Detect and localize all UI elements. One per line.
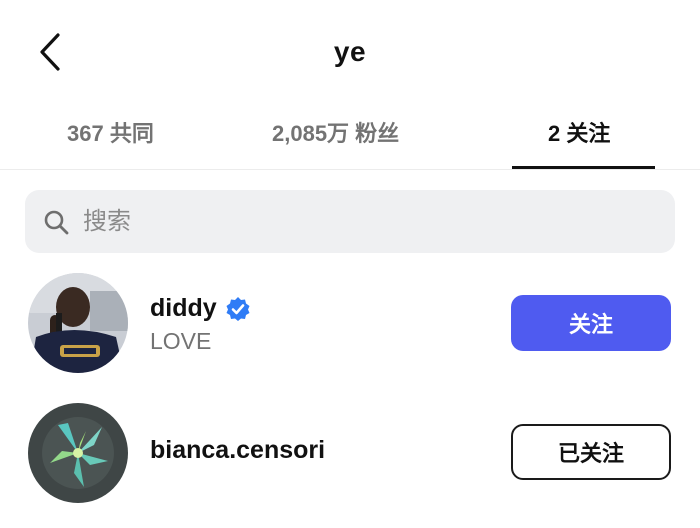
username[interactable]: diddy bbox=[150, 294, 251, 323]
avatar[interactable] bbox=[28, 273, 128, 373]
search-bar[interactable] bbox=[25, 190, 675, 253]
top-bar: ye bbox=[0, 0, 700, 100]
user-subtitle: LOVE bbox=[150, 328, 212, 354]
avatar[interactable] bbox=[28, 403, 128, 503]
verified-badge-icon bbox=[226, 296, 250, 321]
username[interactable]: bianca.censori bbox=[150, 436, 325, 465]
tab-followers[interactable]: 2,085万 粉丝 bbox=[272, 116, 399, 148]
follow-button[interactable]: 关注 bbox=[511, 295, 671, 351]
search-icon bbox=[44, 210, 69, 234]
following-button[interactable]: 已关注 bbox=[511, 424, 671, 480]
username-text[interactable]: bianca.censori bbox=[150, 436, 325, 465]
search-input[interactable] bbox=[81, 206, 645, 237]
profile-photo bbox=[28, 273, 128, 373]
username-text[interactable]: diddy bbox=[150, 294, 217, 323]
profile-photo bbox=[28, 403, 128, 503]
tab-following[interactable]: 2 关注 bbox=[548, 116, 610, 148]
tab-mutual[interactable]: 367 共同 bbox=[67, 116, 154, 148]
list-item[interactable]: bianca.censori 已关注 bbox=[0, 398, 700, 508]
page-title: ye bbox=[333, 36, 367, 67]
divider bbox=[0, 169, 700, 170]
tab-bar: 367 共同 2,085万 粉丝 2 关注 bbox=[0, 100, 700, 170]
list-item[interactable]: diddy LOVE 关注 bbox=[0, 268, 700, 378]
